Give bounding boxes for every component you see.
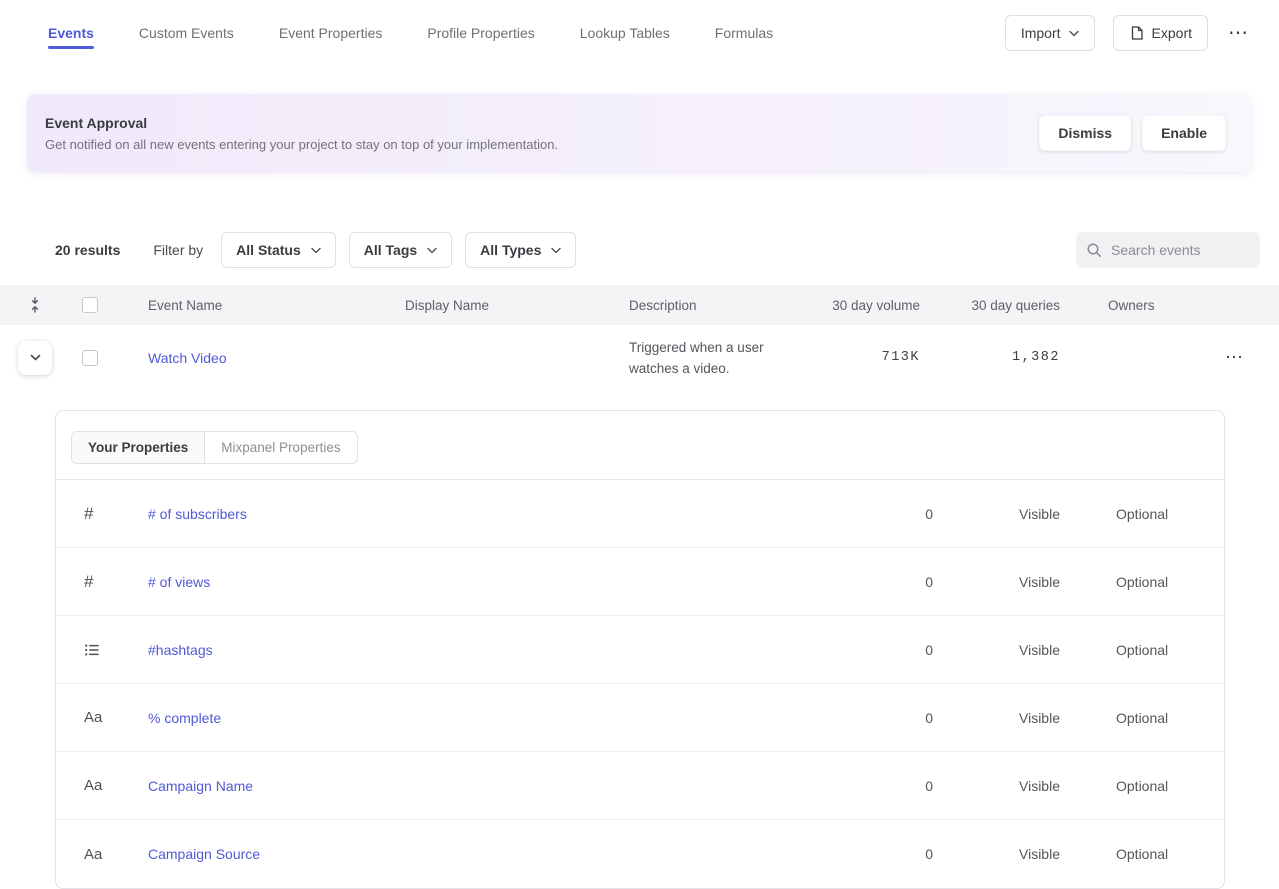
tab-custom-events[interactable]: Custom Events [139, 0, 234, 66]
banner-text: Event Approval Get notified on all new e… [45, 115, 558, 152]
chevron-down-icon [311, 247, 321, 254]
property-requirement: Optional [1116, 642, 1224, 658]
status-filter-dropdown[interactable]: All Status [221, 232, 336, 268]
export-button[interactable]: Export [1113, 15, 1208, 51]
import-button[interactable]: Import [1005, 15, 1095, 51]
property-visibility: Visible [933, 710, 1116, 726]
event-30d-queries: 1,382 [920, 350, 1060, 365]
export-file-icon [1129, 25, 1144, 41]
chevron-down-icon [427, 247, 437, 254]
property-name-link[interactable]: Campaign Source [148, 846, 773, 862]
tags-filter-label: All Tags [364, 242, 417, 258]
col-event-name: Event Name [110, 298, 395, 313]
text-type-icon: Aa [56, 709, 148, 726]
property-name-link[interactable]: #hashtags [148, 642, 773, 658]
status-filter-label: All Status [236, 242, 301, 258]
event-approval-banner: Event Approval Get notified on all new e… [27, 94, 1252, 172]
property-value: 0 [773, 642, 933, 658]
property-row: #hashtags 0 Visible Optional [56, 616, 1224, 684]
property-requirement: Optional [1116, 710, 1224, 726]
nav-actions: Import Export ⋯ [1005, 15, 1251, 51]
col-display-name: Display Name [395, 298, 619, 313]
chevron-down-icon [1069, 30, 1079, 37]
banner-title: Event Approval [45, 115, 558, 131]
enable-button[interactable]: Enable [1142, 115, 1226, 151]
property-visibility: Visible [933, 642, 1116, 658]
property-name-link[interactable]: % complete [148, 710, 773, 726]
dismiss-button[interactable]: Dismiss [1039, 115, 1131, 151]
property-value: 0 [773, 778, 933, 794]
types-filter-dropdown[interactable]: All Types [465, 232, 576, 268]
filter-by-label: Filter by [153, 242, 203, 258]
properties-panel: Your Properties Mixpanel Properties # # … [55, 410, 1225, 889]
list-icon [56, 642, 148, 658]
col-owners: Owners [1060, 298, 1190, 313]
col-30-day-volume: 30 day volume [810, 298, 920, 313]
property-name-link[interactable]: # of views [148, 574, 773, 590]
banner-actions: Dismiss Enable [1039, 115, 1226, 151]
import-label: Import [1021, 25, 1061, 41]
tab-lookup-tables[interactable]: Lookup Tables [580, 0, 670, 66]
tab-profile-properties[interactable]: Profile Properties [427, 0, 534, 66]
chevron-down-icon [551, 247, 561, 254]
chevron-down-icon [28, 350, 43, 365]
property-value: 0 [773, 710, 933, 726]
property-row: # # of views 0 Visible Optional [56, 548, 1224, 616]
banner-subtitle: Get notified on all new events entering … [45, 137, 558, 152]
event-name-link[interactable]: Watch Video [110, 350, 395, 366]
hash-icon: # [56, 572, 148, 592]
search-box[interactable] [1076, 232, 1260, 268]
collapse-row-button[interactable] [18, 341, 52, 375]
property-row: Aa % complete 0 Visible Optional [56, 684, 1224, 752]
search-icon [1086, 242, 1103, 259]
property-value: 0 [773, 574, 933, 590]
property-requirement: Optional [1116, 574, 1224, 590]
property-requirement: Optional [1116, 778, 1224, 794]
row-checkbox[interactable] [82, 350, 98, 366]
property-row: # # of subscribers 0 Visible Optional [56, 480, 1224, 548]
col-description: Description [619, 298, 810, 313]
properties-tabs: Your Properties Mixpanel Properties [56, 411, 1224, 479]
nav-more-icon[interactable]: ⋯ [1226, 19, 1251, 47]
property-row: Aa Campaign Name 0 Visible Optional [56, 752, 1224, 820]
tab-events[interactable]: Events [48, 0, 94, 66]
property-row: Aa Campaign Source 0 Visible Optional [56, 820, 1224, 888]
property-value: 0 [773, 846, 933, 862]
top-nav: Events Custom Events Event Properties Pr… [0, 0, 1279, 66]
search-input[interactable] [1111, 242, 1250, 258]
text-type-icon: Aa [56, 777, 148, 794]
tab-event-properties[interactable]: Event Properties [279, 0, 383, 66]
tab-your-properties[interactable]: Your Properties [72, 432, 205, 463]
nav-tabs: Events Custom Events Event Properties Pr… [48, 0, 773, 66]
property-requirement: Optional [1116, 506, 1224, 522]
events-table-header: Event Name Display Name Description 30 d… [0, 285, 1279, 325]
tags-filter-dropdown[interactable]: All Tags [349, 232, 452, 268]
property-requirement: Optional [1116, 846, 1224, 862]
filter-dropdowns: All Status All Tags All Types [221, 232, 576, 268]
row-more-icon[interactable]: ⋯ [1190, 347, 1279, 368]
property-name-link[interactable]: # of subscribers [148, 506, 773, 522]
properties-tab-group: Your Properties Mixpanel Properties [71, 431, 358, 464]
col-30-day-queries: 30 day queries [920, 298, 1060, 313]
export-label: Export [1152, 25, 1192, 41]
property-value: 0 [773, 506, 933, 522]
text-type-icon: Aa [56, 846, 148, 863]
event-30d-volume: 713K [810, 350, 920, 365]
filter-bar: 20 results Filter by All Status All Tags… [0, 232, 1279, 268]
event-description: Triggered when a user watches a video. [619, 337, 810, 379]
collapse-all-icon[interactable] [0, 297, 70, 313]
property-visibility: Visible [933, 574, 1116, 590]
tab-mixpanel-properties[interactable]: Mixpanel Properties [205, 432, 356, 463]
types-filter-label: All Types [480, 242, 541, 258]
results-count: 20 results [55, 242, 120, 258]
property-visibility: Visible [933, 506, 1116, 522]
property-name-link[interactable]: Campaign Name [148, 778, 773, 794]
select-all-checkbox[interactable] [82, 297, 98, 313]
property-visibility: Visible [933, 778, 1116, 794]
property-visibility: Visible [933, 846, 1116, 862]
event-row-watch-video: Watch Video Triggered when a user watche… [0, 325, 1279, 390]
hash-icon: # [56, 504, 148, 524]
tab-formulas[interactable]: Formulas [715, 0, 773, 66]
